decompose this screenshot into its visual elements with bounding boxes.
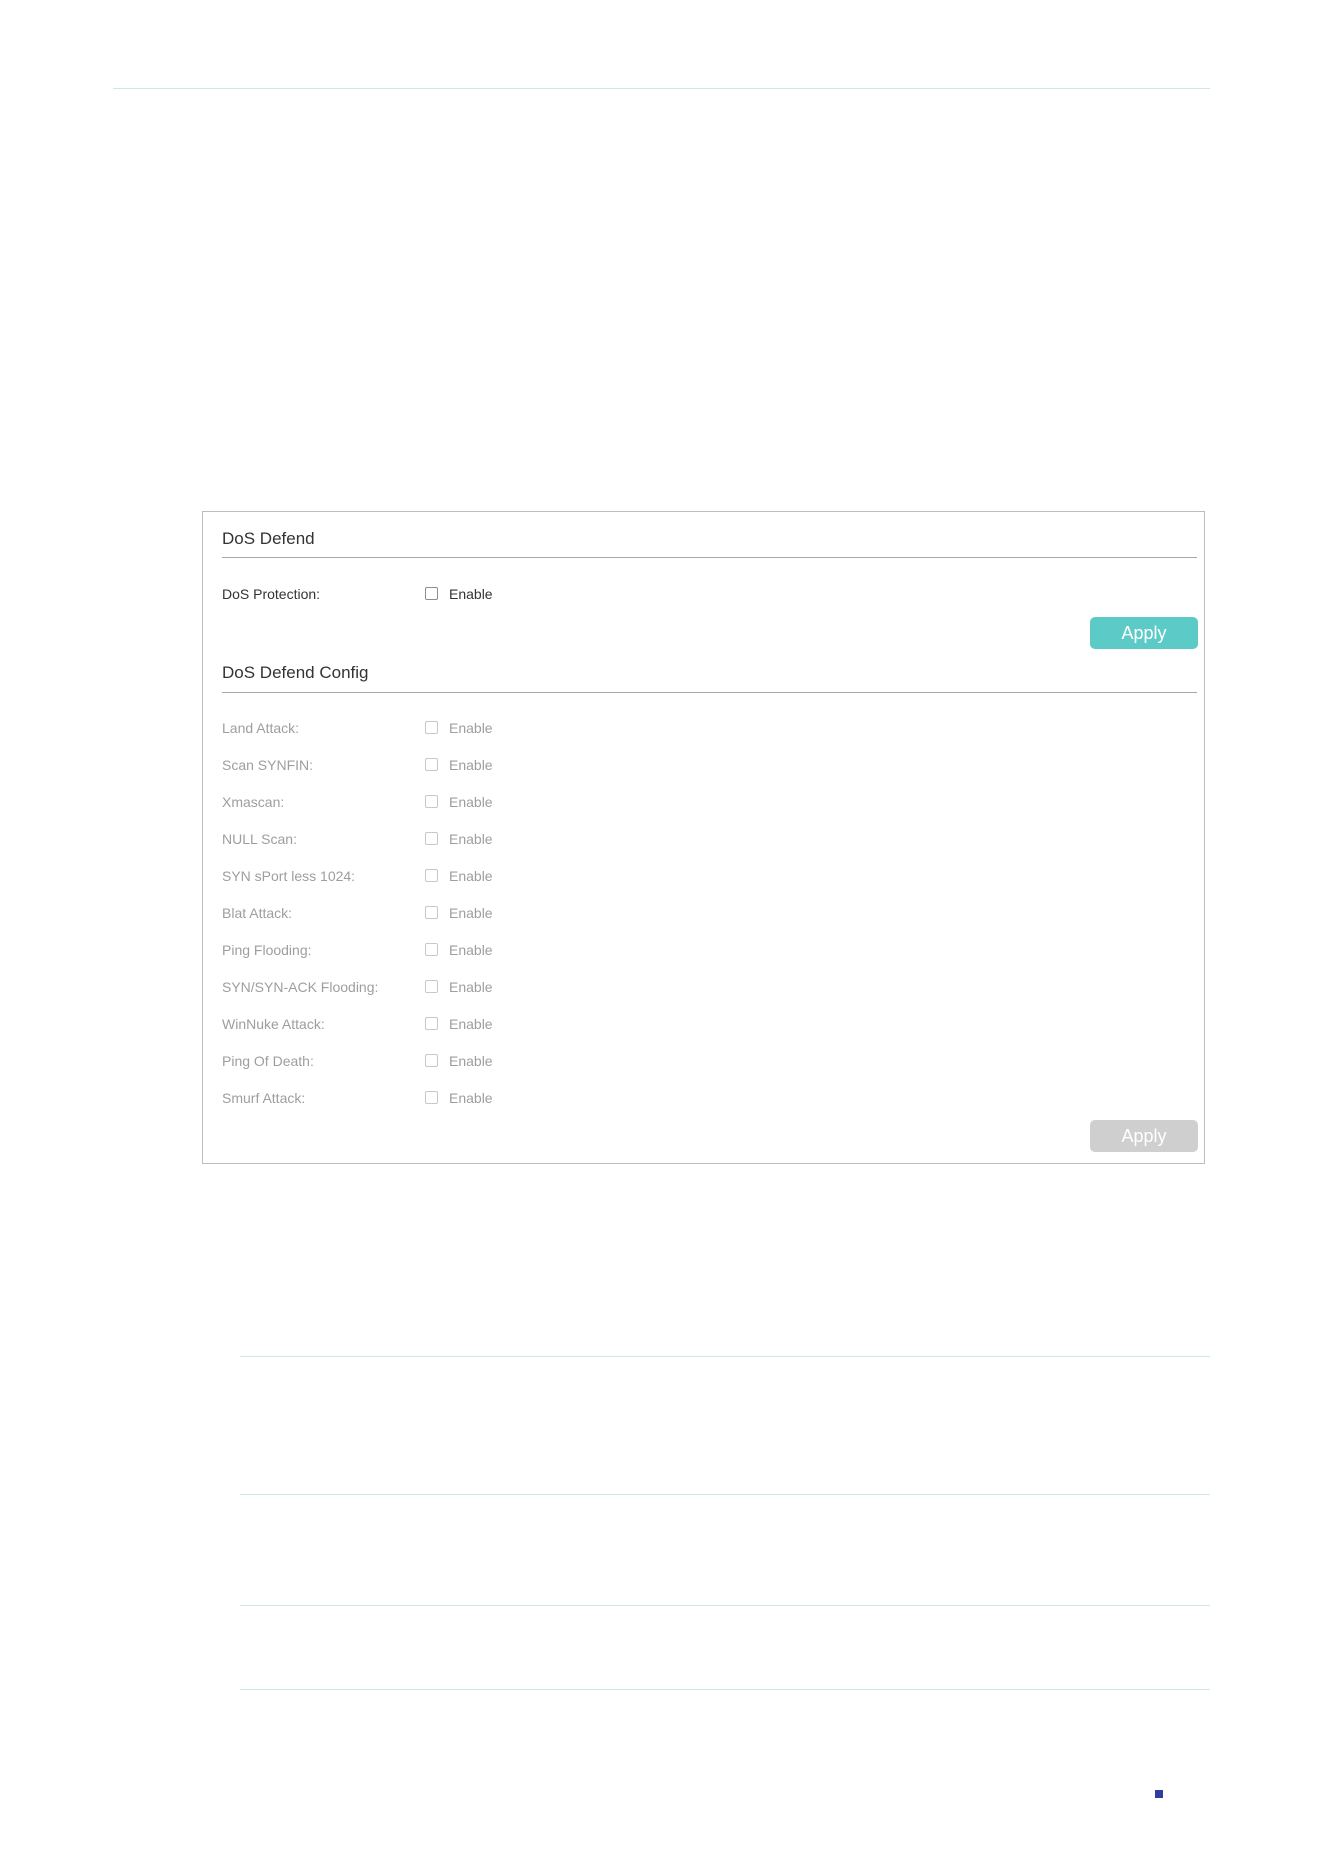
config-label-syn-sport-less-1024: SYN sPort less 1024:	[222, 868, 356, 884]
table-divider-1	[240, 1356, 1210, 1357]
config-row-ping-of-death: Ping Of Death: Enable	[222, 1052, 822, 1070]
config-label-land-attack: Land Attack:	[222, 720, 300, 736]
dos-defend-config-title: DoS Defend Config	[222, 663, 369, 682]
config-row-syn-syn-ack-flooding: SYN/SYN-ACK Flooding: Enable	[222, 978, 822, 996]
dos-defend-config-title-rule	[222, 692, 1197, 693]
dos-protection-row: DoS Protection: Enable	[222, 585, 822, 603]
config-row-land-attack: Land Attack: Enable	[222, 719, 822, 737]
config-checkbox-ping-of-death[interactable]	[425, 1054, 438, 1067]
config-checkbox-syn-sport-less-1024[interactable]	[425, 869, 438, 882]
header-divider	[113, 88, 1210, 89]
config-enable-label-ping-flooding[interactable]: Enable	[449, 941, 493, 959]
dos-defend-title: DoS Defend	[222, 529, 315, 548]
page-marker	[1155, 1790, 1163, 1798]
config-label-xmascan: Xmascan:	[222, 794, 285, 810]
table-divider-2	[240, 1494, 1210, 1495]
config-checkbox-ping-flooding[interactable]	[425, 943, 438, 956]
config-enable-label-scan-synfin[interactable]: Enable	[449, 756, 493, 774]
config-checkbox-smurf-attack[interactable]	[425, 1091, 438, 1104]
config-label-syn-syn-ack-flooding: SYN/SYN-ACK Flooding:	[222, 979, 379, 995]
config-label-ping-flooding: Ping Flooding:	[222, 942, 312, 958]
config-row-smurf-attack: Smurf Attack: Enable	[222, 1089, 822, 1107]
config-row-syn-sport-less-1024: SYN sPort less 1024: Enable	[222, 867, 822, 885]
config-enable-label-xmascan[interactable]: Enable	[449, 793, 493, 811]
dos-protection-label: DoS Protection:	[222, 586, 321, 602]
config-enable-label-land-attack[interactable]: Enable	[449, 719, 493, 737]
config-checkbox-xmascan[interactable]	[425, 795, 438, 808]
config-row-null-scan: NULL Scan: Enable	[222, 830, 822, 848]
config-label-blat-attack: Blat Attack:	[222, 905, 293, 921]
config-checkbox-null-scan[interactable]	[425, 832, 438, 845]
config-enable-label-winnuke-attack[interactable]: Enable	[449, 1015, 493, 1033]
config-row-blat-attack: Blat Attack: Enable	[222, 904, 822, 922]
config-checkbox-syn-syn-ack-flooding[interactable]	[425, 980, 438, 993]
config-row-scan-synfin: Scan SYNFIN: Enable	[222, 756, 822, 774]
config-row-xmascan: Xmascan: Enable	[222, 793, 822, 811]
dos-defend-config-apply-button[interactable]: Apply	[1090, 1120, 1198, 1152]
config-label-scan-synfin: Scan SYNFIN:	[222, 757, 314, 773]
config-label-ping-of-death: Ping Of Death:	[222, 1053, 314, 1069]
config-enable-label-blat-attack[interactable]: Enable	[449, 904, 493, 922]
config-checkbox-land-attack[interactable]	[425, 721, 438, 734]
dos-defend-title-rule	[222, 557, 1197, 558]
dos-protection-enable-label[interactable]: Enable	[449, 585, 493, 603]
config-checkbox-blat-attack[interactable]	[425, 906, 438, 919]
config-row-winnuke-attack: WinNuke Attack: Enable	[222, 1015, 822, 1033]
config-row-ping-flooding: Ping Flooding: Enable	[222, 941, 822, 959]
config-enable-label-null-scan[interactable]: Enable	[449, 830, 493, 848]
config-label-winnuke-attack: WinNuke Attack:	[222, 1016, 325, 1032]
config-enable-label-ping-of-death[interactable]: Enable	[449, 1052, 493, 1070]
dos-defend-apply-button[interactable]: Apply	[1090, 617, 1198, 649]
table-divider-3	[240, 1605, 1210, 1606]
config-checkbox-winnuke-attack[interactable]	[425, 1017, 438, 1030]
config-label-smurf-attack: Smurf Attack:	[222, 1090, 306, 1106]
config-label-null-scan: NULL Scan:	[222, 831, 297, 847]
dos-protection-checkbox[interactable]	[425, 587, 438, 600]
config-enable-label-smurf-attack[interactable]: Enable	[449, 1089, 493, 1107]
table-divider-4	[240, 1689, 1210, 1690]
dos-defend-panel: DoS Defend DoS Protection: Enable Apply …	[202, 511, 1205, 1164]
config-checkbox-scan-synfin[interactable]	[425, 758, 438, 771]
config-enable-label-syn-syn-ack-flooding[interactable]: Enable	[449, 978, 493, 996]
config-enable-label-syn-sport-less-1024[interactable]: Enable	[449, 867, 493, 885]
